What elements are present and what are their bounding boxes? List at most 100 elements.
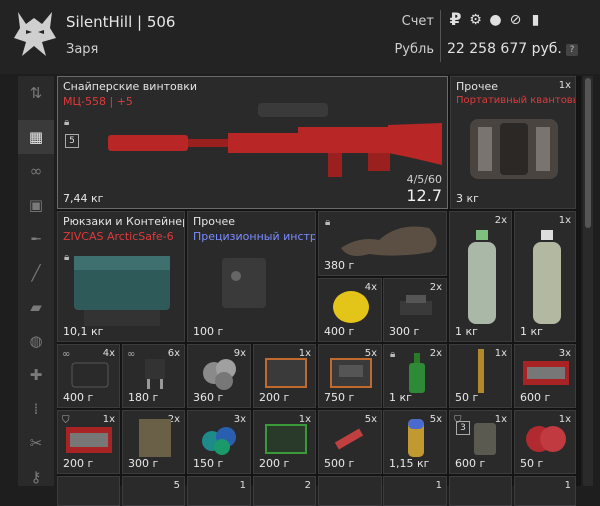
battery-icon xyxy=(71,362,109,388)
item-weight: 10,1 кг xyxy=(63,325,104,338)
item-cell[interactable]: 1 xyxy=(187,476,251,506)
ammo-icon[interactable]: ⁞ xyxy=(18,392,54,426)
item-green-bottle[interactable]: 🔒︎ 2x 1 кг xyxy=(383,344,447,408)
item-cell[interactable] xyxy=(318,476,382,506)
item-red-case[interactable]: ⛉ 1x 200 г xyxy=(57,410,120,474)
grenade-icon[interactable]: ◍ xyxy=(18,324,54,358)
item-ration-pack[interactable]: 2x 300 г xyxy=(122,410,185,474)
item-sausage[interactable]: 1x 50 г xyxy=(514,410,576,474)
item-circuit-board[interactable]: 1x 200 г xyxy=(253,344,316,408)
medkit-icon[interactable]: ✚ xyxy=(18,358,54,392)
item-battery[interactable]: ∞ 4x 400 г xyxy=(57,344,120,408)
hide-icon xyxy=(341,226,437,256)
item-weight: 600 г xyxy=(455,457,486,470)
red-case-icon xyxy=(66,427,112,453)
red-case-icon xyxy=(523,361,569,385)
item-scrap[interactable]: 2x 300 г xyxy=(383,278,447,342)
sausage-icon xyxy=(526,426,566,452)
crystals-icon xyxy=(202,427,236,455)
item-cell[interactable]: 1 xyxy=(514,476,576,506)
sniper-rifle-icon xyxy=(108,103,442,177)
item-weight: 150 г xyxy=(193,457,224,470)
item-detector[interactable]: ⛉ 3 1x 600 г xyxy=(449,410,512,474)
knife-icon[interactable]: ╱ xyxy=(18,256,54,290)
tools-icon[interactable]: ▰ xyxy=(18,290,54,324)
link-icon[interactable]: ∞ xyxy=(18,154,54,188)
item-category: Снайперские винтовки xyxy=(63,80,198,93)
capacitor-icon xyxy=(145,359,165,389)
item-crystals[interactable]: 3x 150 г xyxy=(187,410,251,474)
item-weight: 400 г xyxy=(63,391,94,404)
wolf-logo-icon xyxy=(14,12,56,56)
item-tablet[interactable]: 5x 750 г xyxy=(318,344,382,408)
filter-sidebar: ⇅ ▦ ∞ ▣ ╾ ╱ ▰ ◍ ✚ ⁞ ✂ ⚷ xyxy=(18,76,54,486)
water-bottle-icon xyxy=(533,230,561,324)
item-precision-tool[interactable]: Прочее Прецизионный инструм.. 100 г xyxy=(187,211,316,342)
quantum-device-icon xyxy=(470,119,558,179)
gear-coin-icon[interactable]: ⚙ xyxy=(467,12,484,29)
item-weight: 200 г xyxy=(259,457,290,470)
green-board-icon xyxy=(265,424,307,454)
flare-icon xyxy=(478,349,484,393)
item-qty: 2x xyxy=(429,348,442,359)
item-weight: 1 кг xyxy=(455,325,478,338)
backpack-icon[interactable]: ▣ xyxy=(18,188,54,222)
item-category: Прочее xyxy=(456,80,499,93)
item-water-bottle[interactable]: 2x 1 кг xyxy=(449,211,512,342)
ruble-icon[interactable]: ₽ xyxy=(447,11,464,29)
item-canister[interactable]: 5x 1,15 кг xyxy=(383,410,447,474)
green-bottle-icon xyxy=(409,353,425,393)
token-icon[interactable]: ⊘ xyxy=(507,12,524,29)
item-red-case[interactable]: 3x 600 г xyxy=(514,344,576,408)
item-capacitor[interactable]: ∞ 6x 180 г xyxy=(122,344,185,408)
water-bottle-icon xyxy=(468,230,496,324)
item-weight: 1 кг xyxy=(389,391,412,404)
item-backpack[interactable]: Рюкзаки и Контейнеры ZIVCAS ArcticSafe-6… xyxy=(57,211,185,342)
balance-value: 22 258 677 руб. xyxy=(447,41,562,57)
key-icon[interactable]: ⚷ xyxy=(18,460,54,494)
item-weight: 1,15 кг xyxy=(389,457,430,470)
item-category: Рюкзаки и Контейнеры xyxy=(63,215,185,228)
item-cell[interactable]: 5 xyxy=(122,476,185,506)
item-weight: 100 г xyxy=(193,325,224,338)
item-weight: 50 г xyxy=(455,391,479,404)
rifle-icon[interactable]: ╾ xyxy=(18,222,54,256)
item-syringe[interactable]: 5x 500 г xyxy=(318,410,382,474)
item-water-bottle[interactable]: 1x 1 кг xyxy=(514,211,576,342)
item-cell[interactable]: 2 xyxy=(253,476,316,506)
scrollbar-thumb[interactable] xyxy=(585,78,591,228)
bitcoin-icon[interactable]: ● xyxy=(487,12,504,29)
card-icon[interactable]: ▮ xyxy=(527,12,544,29)
grid-icon[interactable]: ▦ xyxy=(18,120,54,154)
item-weight: 300 г xyxy=(128,457,159,470)
item-cell[interactable]: 1 xyxy=(383,476,447,506)
item-weight: 500 г xyxy=(324,457,355,470)
caliber-value: 12.7 xyxy=(406,186,442,205)
item-green-board[interactable]: 1x 200 г xyxy=(253,410,316,474)
item-hide[interactable]: 🔒︎ 380 г xyxy=(318,211,447,276)
item-weight: 7,44 кг xyxy=(63,192,104,205)
item-name: ZIVCAS ArcticSafe-6 xyxy=(63,230,174,243)
item-quantum-device[interactable]: Прочее 1x Портативный квантовы.. 3 кг xyxy=(450,76,576,209)
item-flare[interactable]: 1x 50 г xyxy=(449,344,512,408)
container-icon xyxy=(74,256,170,326)
item-sniper-rifle[interactable]: Снайперские винтовки МЦ-558 | +5 🔒︎ 5 7,… xyxy=(57,76,448,209)
item-weight: 300 г xyxy=(389,325,420,338)
currency-label: Рубль xyxy=(394,42,434,57)
item-ore[interactable]: 9x 360 г xyxy=(187,344,251,408)
item-qty: 5x xyxy=(429,414,442,425)
player-name: SilentHill | 506 xyxy=(66,13,176,31)
item-lemon[interactable]: 4x 400 г xyxy=(318,278,382,342)
header-divider xyxy=(440,10,441,62)
item-qty: 1x xyxy=(558,80,571,91)
item-cell[interactable] xyxy=(57,476,120,506)
item-name: Портативный квантовы.. xyxy=(456,95,576,106)
item-weight: 750 г xyxy=(324,391,355,404)
lemon-icon xyxy=(333,291,369,323)
item-cell[interactable] xyxy=(449,476,512,506)
upgrade-badge: 3 xyxy=(456,421,470,435)
lock-icon: 🔒︎ xyxy=(390,349,396,360)
scissors-icon[interactable]: ✂ xyxy=(18,426,54,460)
sort-icon[interactable]: ⇅ xyxy=(18,76,54,110)
help-button[interactable]: ? xyxy=(566,44,578,56)
